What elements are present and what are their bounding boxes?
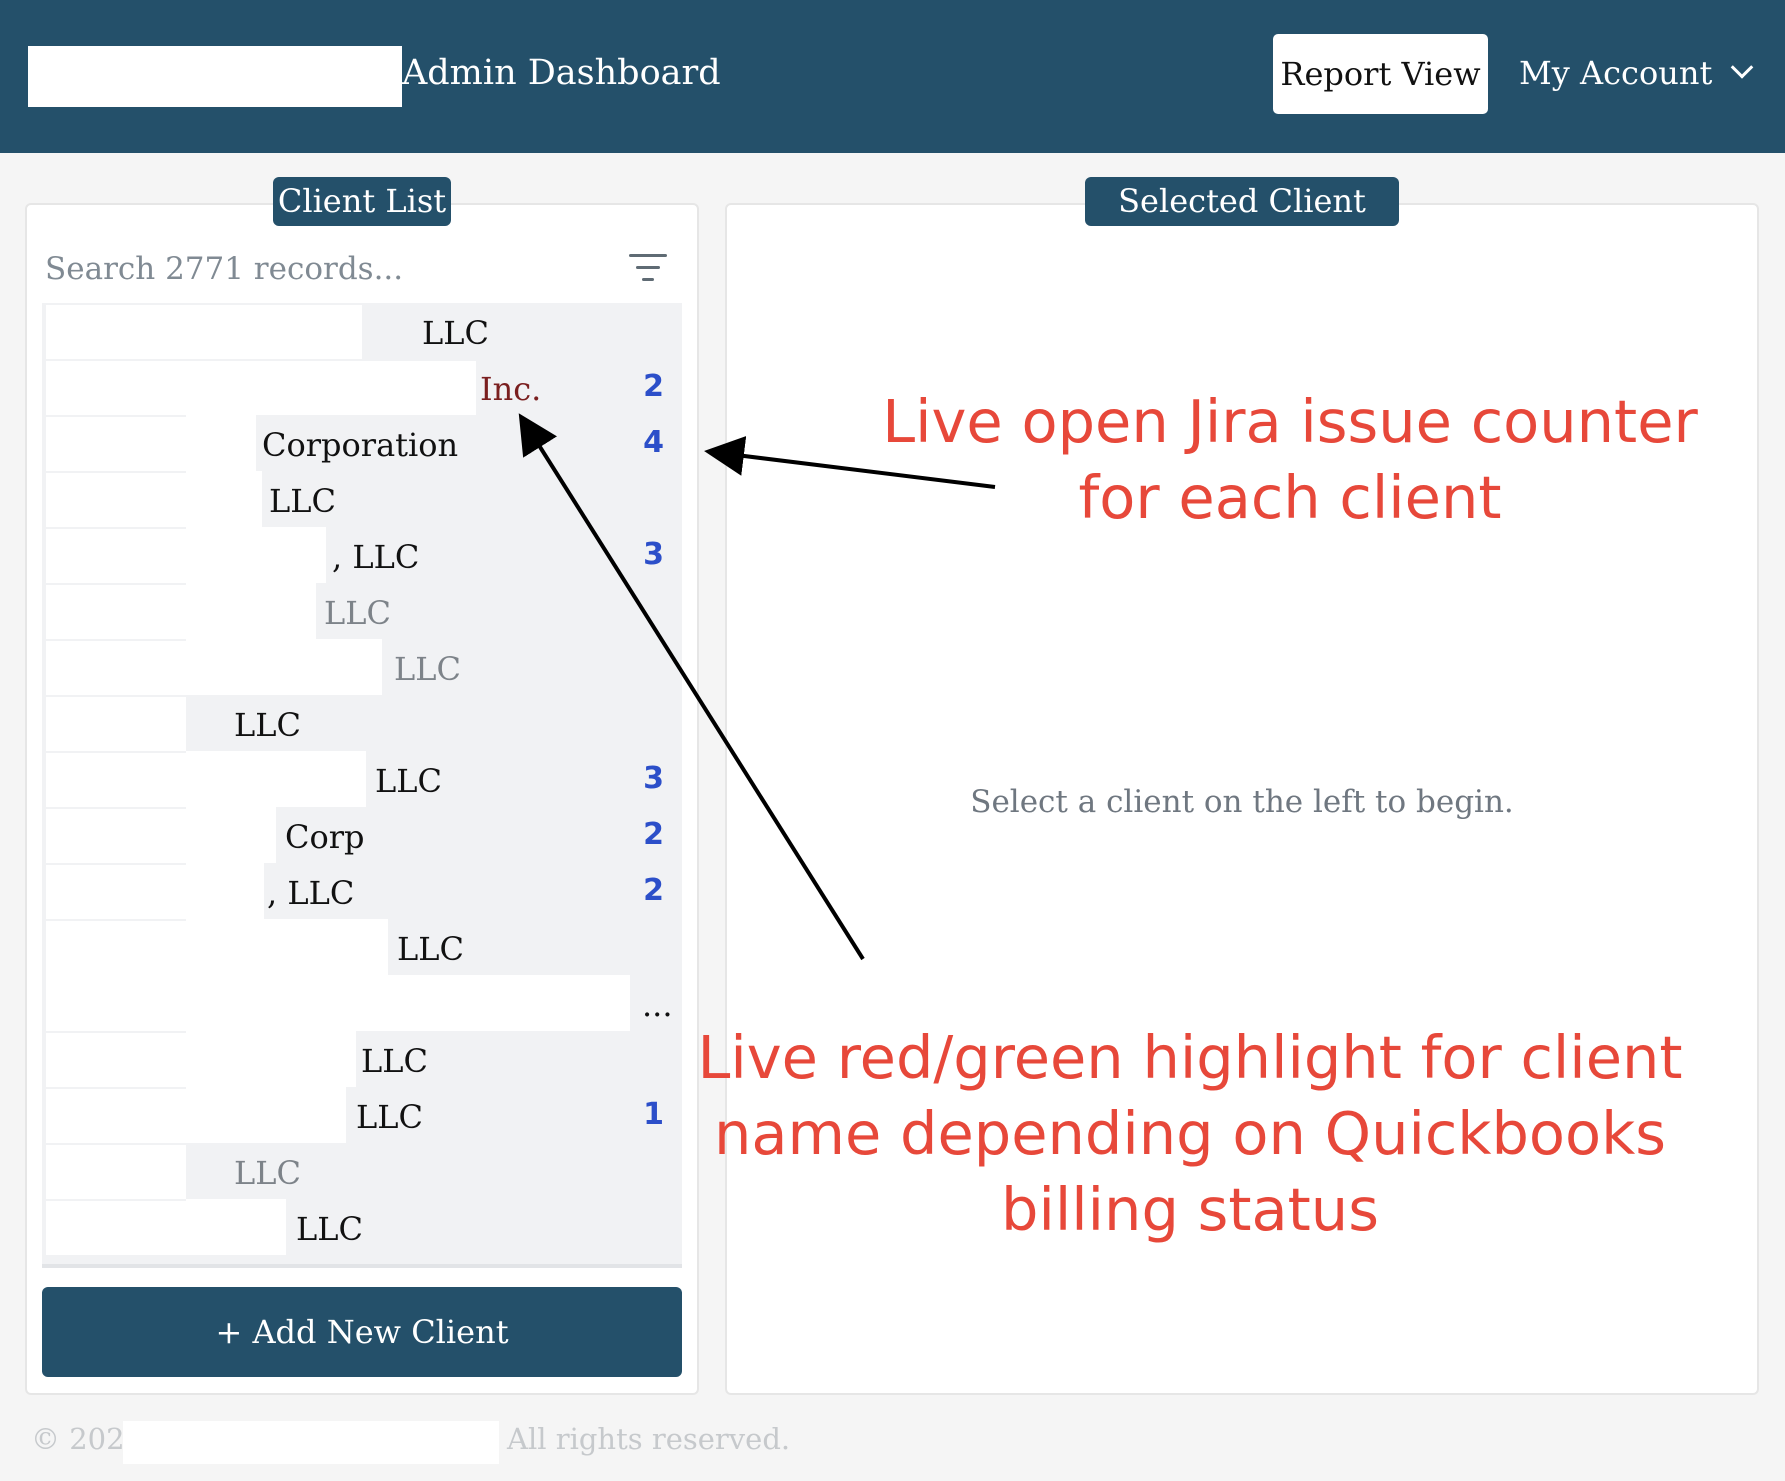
client-name: LLC bbox=[394, 650, 461, 688]
redacted-name bbox=[46, 417, 186, 471]
redacted-name bbox=[186, 919, 388, 975]
redacted-name bbox=[46, 809, 186, 863]
client-name: ... bbox=[642, 986, 673, 1024]
redacted-name bbox=[186, 471, 262, 527]
redacted-name bbox=[186, 975, 630, 1031]
filter-icon[interactable] bbox=[629, 254, 667, 284]
client-search-input[interactable] bbox=[45, 245, 605, 293]
client-name: LLC bbox=[234, 706, 301, 744]
client-name: , LLC bbox=[267, 874, 355, 912]
redacted-name bbox=[186, 415, 256, 471]
client-row[interactable]: Corp 2 bbox=[42, 807, 682, 863]
client-row[interactable]: , LLC 3 bbox=[42, 527, 682, 583]
redacted-name bbox=[186, 1031, 356, 1087]
client-name: Inc. bbox=[480, 370, 542, 408]
client-name: LLC bbox=[375, 762, 442, 800]
redacted-name bbox=[46, 641, 186, 695]
redacted-name bbox=[186, 1087, 346, 1143]
redacted-name bbox=[46, 305, 362, 359]
client-list-tag: Client List bbox=[273, 177, 451, 226]
redacted-name bbox=[46, 529, 186, 583]
client-name: LLC bbox=[269, 482, 336, 520]
redacted-name bbox=[46, 975, 186, 1031]
client-info-tag: Selected Client Info bbox=[1085, 177, 1399, 268]
client-name: LLC bbox=[397, 930, 464, 968]
jira-issue-count: 4 bbox=[643, 425, 664, 460]
redacted-name bbox=[186, 1199, 286, 1255]
redacted-name bbox=[186, 807, 276, 863]
billing-highlight-annotation: Live red/green highlight for client name… bbox=[697, 1023, 1683, 1244]
redacted-name bbox=[46, 865, 186, 919]
client-list[interactable]: LLC Inc. 2 Corporation 4 LLC, LLC 3 LLC LLC LLC LL… bbox=[42, 303, 682, 1268]
redacted-name bbox=[46, 1201, 186, 1255]
client-name: LLC bbox=[324, 594, 391, 632]
redacted-name bbox=[186, 527, 326, 583]
footer-company-redacted bbox=[123, 1421, 499, 1464]
jira-issue-count: 3 bbox=[643, 537, 664, 572]
jira-issue-count: 2 bbox=[643, 873, 664, 908]
client-row[interactable]: LLC bbox=[42, 919, 682, 975]
client-row[interactable]: LLC bbox=[42, 303, 682, 359]
client-row[interactable]: , LLC 2 bbox=[42, 863, 682, 919]
client-row[interactable]: Inc. 2 bbox=[42, 359, 682, 415]
client-row[interactable]: LLC 3 bbox=[42, 751, 682, 807]
redacted-name bbox=[46, 1089, 186, 1143]
report-view-button[interactable]: Report View bbox=[1273, 34, 1488, 114]
client-row[interactable]: LLC 1 bbox=[42, 1087, 682, 1143]
redacted-name bbox=[46, 921, 186, 975]
footer-rights: All rights reserved. bbox=[507, 1422, 791, 1456]
redacted-name bbox=[46, 1033, 186, 1087]
client-row[interactable]: LLC bbox=[42, 1031, 682, 1087]
logo-redacted bbox=[28, 46, 402, 107]
client-row[interactable]: LLC bbox=[42, 639, 682, 695]
client-name: LLC bbox=[422, 314, 489, 352]
jira-issue-count: 3 bbox=[643, 761, 664, 796]
client-name: Corporation bbox=[262, 426, 459, 464]
client-row[interactable]: LLC bbox=[42, 583, 682, 639]
redacted-name bbox=[186, 583, 316, 639]
redacted-name bbox=[186, 863, 264, 919]
client-name: LLC bbox=[361, 1042, 428, 1080]
redacted-name bbox=[186, 639, 382, 695]
client-row[interactable]: LLC bbox=[42, 1199, 682, 1255]
client-name: LLC bbox=[234, 1154, 301, 1192]
add-new-client-button[interactable]: + Add New Client bbox=[42, 1287, 682, 1377]
client-name: LLC bbox=[296, 1210, 363, 1248]
redacted-name bbox=[46, 753, 186, 807]
jira-issue-count: 2 bbox=[643, 369, 664, 404]
client-row[interactable]: LLC bbox=[42, 471, 682, 527]
my-account-label: My Account bbox=[1519, 54, 1713, 92]
redacted-name bbox=[46, 697, 186, 751]
top-navbar: Admin Dashboard Report View My Account bbox=[0, 0, 1785, 153]
app-title: Admin Dashboard bbox=[402, 53, 721, 93]
client-row[interactable]: LLC bbox=[42, 1143, 682, 1199]
redacted-name bbox=[46, 585, 186, 639]
chevron-down-icon bbox=[1730, 56, 1754, 79]
empty-state-message: Select a client on the left to begin. bbox=[970, 784, 1514, 820]
jira-counter-annotation: Live open Jira issue counter for each cl… bbox=[882, 387, 1698, 532]
client-row[interactable]: ... bbox=[42, 975, 682, 1031]
client-name: Corp bbox=[285, 818, 365, 856]
client-row[interactable]: LLC bbox=[42, 695, 682, 751]
client-name: , LLC bbox=[332, 538, 420, 576]
redacted-name bbox=[46, 1145, 186, 1199]
jira-issue-count: 2 bbox=[643, 817, 664, 852]
client-name: LLC bbox=[356, 1098, 423, 1136]
redacted-name bbox=[186, 751, 366, 807]
my-account-menu[interactable]: My Account bbox=[1519, 50, 1754, 96]
redacted-name bbox=[46, 361, 476, 415]
client-row[interactable]: Corporation 4 bbox=[42, 415, 682, 471]
redacted-name bbox=[46, 473, 186, 527]
